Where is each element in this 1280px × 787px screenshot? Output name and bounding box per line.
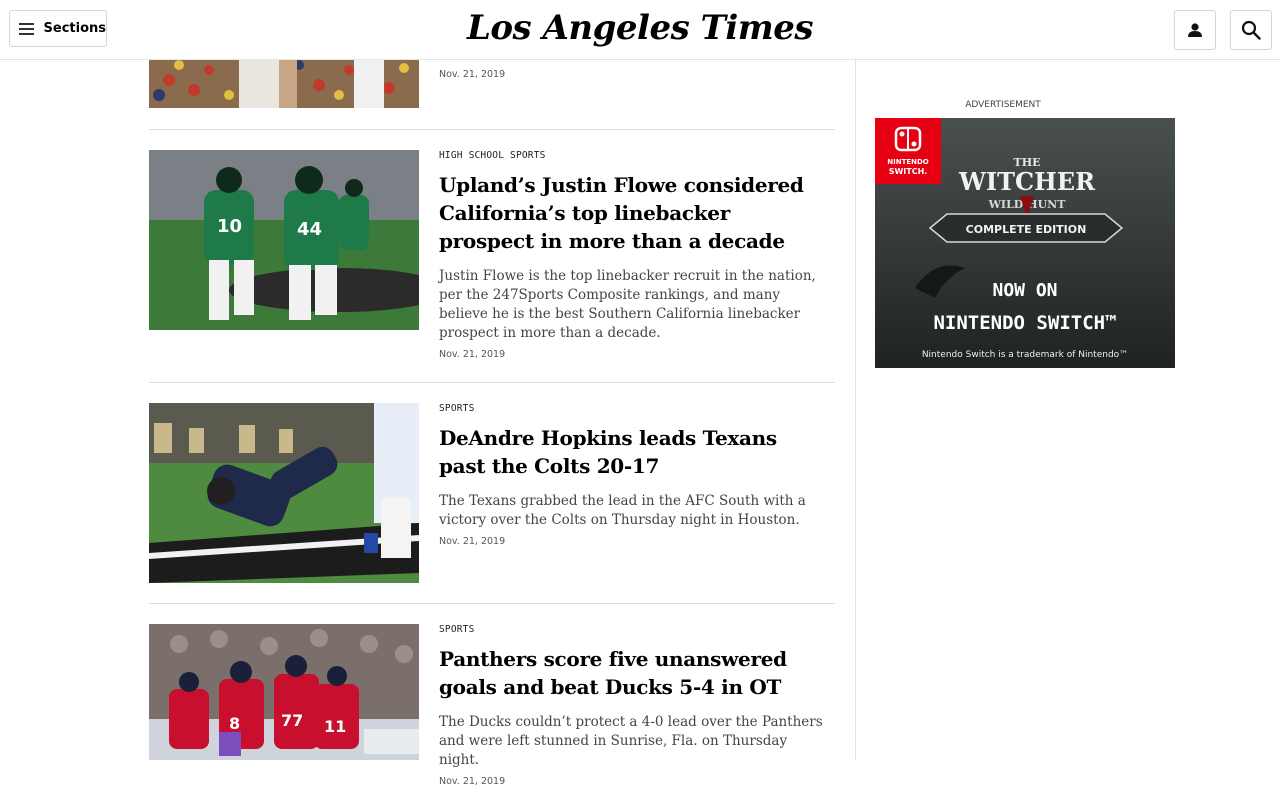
sidebar-divider [855,59,856,760]
user-icon [1188,23,1202,37]
divider [149,129,835,130]
ad-brand-top: NINTENDO [887,158,929,166]
svg-text:77: 77 [281,711,303,730]
site-header: Sections Los Angeles Times [0,0,1280,60]
article-headline[interactable]: DeAndre Hopkins leads Texans past the Co… [439,424,829,480]
sections-label: Sections [43,21,106,36]
article-headline[interactable]: Upland’s Justin Flowe considered Califor… [439,171,829,255]
search-icon [1241,20,1261,40]
hamburger-icon [19,22,34,35]
advertisement-label: ADVERTISEMENT [965,100,1041,110]
svg-text:8: 8 [229,714,240,733]
article-kicker[interactable]: SPORTS [439,403,829,414]
article-image-football-upland[interactable]: 10 44 [149,150,419,330]
article-image-panthers-ducks[interactable]: 8 77 11 [149,624,419,760]
divider [149,382,835,383]
sections-button[interactable]: Sections [9,10,107,47]
svg-text:11: 11 [324,717,346,736]
article-summary: The Ducks couldn’t protect a 4-0 lead ov… [439,714,823,768]
ad-platform: NINTENDO SWITCH™ [933,312,1116,334]
article-summary: Justin Flowe is the top linebacker recru… [439,268,816,341]
search-button[interactable] [1230,10,1272,50]
ad-trademark: Nintendo Switch is a trademark of Ninten… [922,350,1128,360]
svg-text:10: 10 [217,216,242,237]
ad-now-on: NOW ON [992,280,1057,301]
article-date: Nov. 21, 2019 [439,536,506,547]
article-kicker[interactable]: HIGH SCHOOL SPORTS [439,150,829,161]
article-kicker[interactable]: SPORTS [439,624,829,635]
article-image-texans-colts[interactable] [149,403,419,583]
article-date: Nov. 21, 2019 [439,776,506,787]
site-logo[interactable]: Los Angeles Times [440,8,840,48]
ad-brand-bottom: SWITCH. [889,167,928,176]
article-summary: The Texans grabbed the lead in the AFC S… [439,493,806,528]
article-headline[interactable]: Panthers score five unanswered goals and… [439,645,829,701]
ad-edition: COMPLETE EDITION [966,223,1087,236]
divider [149,603,835,604]
account-button[interactable] [1174,10,1216,50]
svg-text:44: 44 [297,219,322,240]
article-date: Nov. 21, 2019 [439,69,506,80]
advertisement-banner[interactable]: NINTENDO SWITCH. THE WITCHER WILD HUNT C… [875,118,1175,368]
article-date: Nov. 21, 2019 [439,349,506,360]
ad-title: WITCHER [958,167,1096,196]
